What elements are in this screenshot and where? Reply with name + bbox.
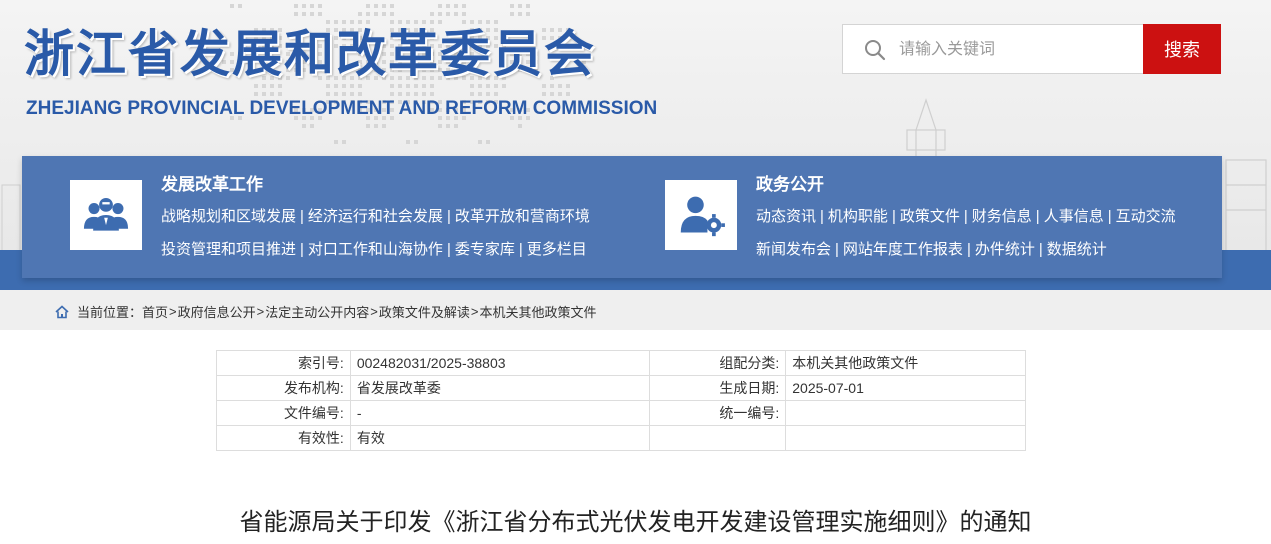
breadcrumb-bar: 当前位置： 首页 > 政府信息公开 > 法定主动公开内容 > 政策文件及解读 > 本机关… (0, 290, 1271, 330)
breadcrumb-policy-docs[interactable]: 政策文件及解读 (379, 302, 470, 321)
meta-value: 2025-07-01 (785, 375, 1026, 401)
table-row: 索引号: 002482031/2025-38803 组配分类: 本机关其他政策文… (216, 350, 1026, 376)
site-title-cn[interactable]: 浙江省发展和改革委员会 (24, 22, 596, 86)
meta-label: 文件编号: (216, 400, 351, 426)
meta-label: 生成日期: (649, 375, 787, 401)
nav-link-news[interactable]: 动态资讯 (756, 208, 816, 225)
nav-link-economic-operation[interactable]: 经济运行和社会发展 (308, 208, 443, 225)
user-settings-icon (680, 196, 725, 237)
nav-separator: | (966, 241, 971, 258)
meta-value: 本机关其他政策文件 (785, 350, 1026, 376)
nav-link-investment-management[interactable]: 投资管理和项目推进 (161, 241, 296, 258)
nav-links-row: 投资管理和项目推进 | 对口工作和山海协作 | 委专家库 | 更多栏目 (161, 240, 587, 260)
meta-label (649, 425, 787, 451)
meta-value (785, 400, 1026, 426)
breadcrumb-separator: > (169, 304, 177, 319)
table-row: 有效性: 有效 (216, 425, 1026, 451)
document-metadata-table: 索引号: 002482031/2025-38803 组配分类: 本机关其他政策文… (216, 350, 1026, 451)
nav-separator: | (1038, 241, 1043, 258)
nav-separator: | (446, 208, 451, 225)
search-input[interactable] (899, 38, 1129, 62)
main-nav-panel: 发展改革工作 战略规划和区域发展 | 经济运行和社会发展 | 改革开放和营商环境 投资管… (22, 156, 1222, 278)
nav-link-annual-report[interactable]: 网站年度工作报表 (843, 241, 963, 258)
breadcrumb-home[interactable]: 首页 (142, 302, 168, 321)
meta-value: 002482031/2025-38803 (349, 350, 651, 376)
nav-link-more-sections[interactable]: 更多栏目 (527, 241, 587, 258)
people-group-icon (83, 197, 129, 231)
search-box (842, 24, 1144, 74)
nav-title-development-reform[interactable]: 发展改革工作 (161, 174, 263, 196)
breadcrumb-separator: > (470, 304, 479, 319)
nav-link-paired-cooperation[interactable]: 对口工作和山海协作 (308, 241, 443, 258)
nav-link-strategic-planning[interactable]: 战略规划和区域发展 (161, 208, 296, 225)
nav-link-interaction[interactable]: 互动交流 (1116, 208, 1176, 225)
meta-label: 有效性: (216, 425, 351, 451)
meta-label: 索引号: (216, 350, 351, 376)
nav-link-functions[interactable]: 机构职能 (828, 208, 888, 225)
nav-group-government-affairs: 政务公开 动态资讯 | 机构职能 | 政策文件 | 财务信息 | 人事信息 | 互动交流 新闻发布会… (665, 156, 1210, 278)
home-icon (55, 304, 69, 318)
breadcrumb-separator: > (370, 304, 378, 319)
meta-label: 发布机构: (216, 375, 351, 401)
breadcrumb: 当前位置： 首页 > 政府信息公开 > 法定主动公开内容 > 政策文件及解读 > 本机关… (55, 302, 596, 321)
nav-link-expert-library[interactable]: 委专家库 (455, 241, 515, 258)
nav-link-case-statistics[interactable]: 办件统计 (975, 241, 1035, 258)
nav-links-row: 战略规划和区域发展 | 经济运行和社会发展 | 改革开放和营商环境 (161, 207, 590, 227)
meta-value: 有效 (349, 425, 651, 451)
meta-label: 组配分类: (649, 350, 787, 376)
nav-separator: | (835, 241, 839, 258)
nav-separator: | (300, 208, 304, 225)
breadcrumb-info-disclosure[interactable]: 政府信息公开 (178, 302, 256, 321)
document-title: 省能源局关于印发《浙江省分布式光伏发电开发建设管理实施细则》的通知 (239, 508, 1032, 536)
meta-label: 统一编号: (649, 400, 787, 426)
nav-link-reform-opening[interactable]: 改革开放和营商环境 (455, 208, 590, 225)
nav-title-government-affairs[interactable]: 政务公开 (756, 174, 824, 196)
breadcrumb-separator: > (256, 304, 265, 319)
nav-link-personnel[interactable]: 人事信息 (1044, 208, 1104, 225)
nav-separator: | (1107, 208, 1112, 225)
search-button[interactable]: 搜索 (1143, 24, 1221, 74)
meta-value: - (349, 400, 651, 426)
nav-separator: | (1035, 208, 1040, 225)
nav-separator: | (300, 241, 304, 258)
breadcrumb-prefix: 当前位置： (77, 305, 143, 320)
table-row: 发布机构: 省发展改革委 生成日期: 2025-07-01 (216, 375, 1026, 401)
nav-separator: | (963, 208, 968, 225)
nav-links-row: 动态资讯 | 机构职能 | 政策文件 | 财务信息 | 人事信息 | 互动交流 (756, 207, 1176, 227)
breadcrumb-current[interactable]: 本机关其他政策文件 (479, 302, 596, 321)
meta-value (785, 425, 1026, 451)
nav-group-development-reform: 发展改革工作 战略规划和区域发展 | 经济运行和社会发展 | 改革开放和营商环境 投资管… (70, 156, 630, 278)
nav-separator: | (446, 241, 451, 258)
nav-links-row: 新闻发布会 | 网站年度工作报表 | 办件统计 | 数据统计 (756, 240, 1107, 260)
nav-link-policy-docs[interactable]: 政策文件 (900, 208, 960, 225)
nav-link-press-conference[interactable]: 新闻发布会 (756, 241, 831, 258)
table-row: 文件编号: - 统一编号: (216, 400, 1026, 426)
search-icon (865, 40, 886, 61)
nav-link-data-statistics[interactable]: 数据统计 (1047, 241, 1107, 258)
site-title-en: ZHEJIANG PROVINCIAL DEVELOPMENT AND REFO… (26, 98, 658, 119)
nav-link-finance[interactable]: 财务信息 (972, 208, 1032, 225)
meta-value: 省发展改革委 (349, 375, 651, 401)
nav-separator: | (820, 208, 824, 225)
nav-icon-box[interactable] (665, 180, 737, 250)
nav-separator: | (518, 241, 523, 258)
nav-icon-box[interactable] (70, 180, 142, 250)
breadcrumb-statutory-content[interactable]: 法定主动公开内容 (265, 302, 369, 321)
nav-separator: | (891, 208, 896, 225)
